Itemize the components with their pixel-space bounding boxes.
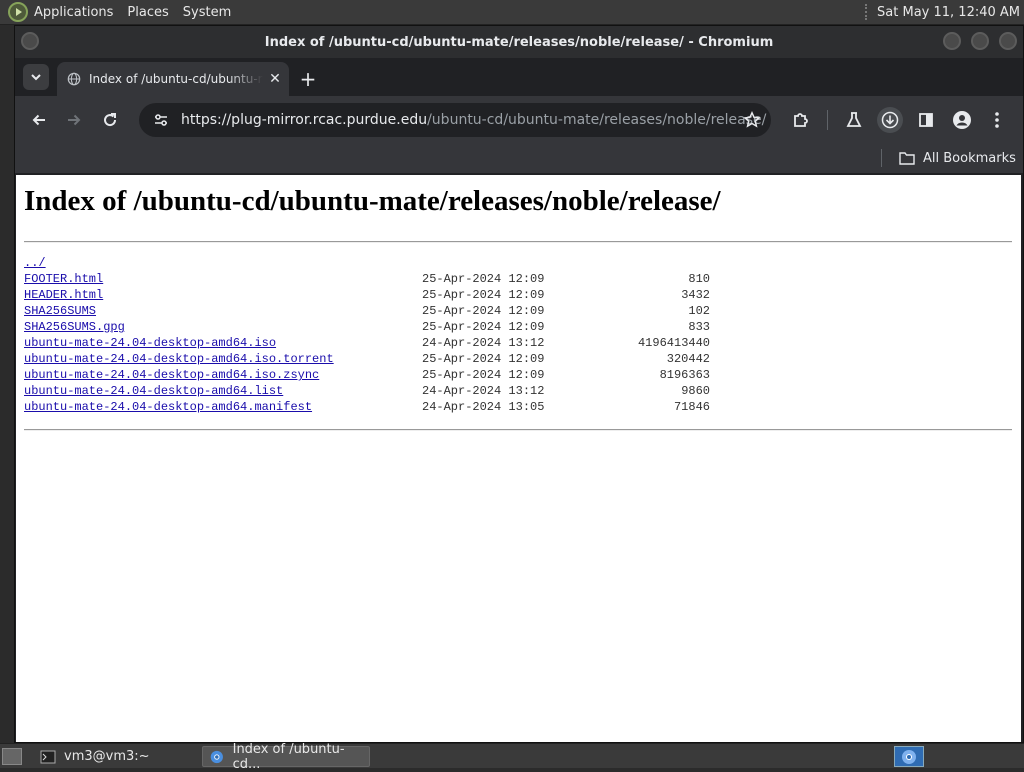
file-date: 25-Apr-2024 12:09 [422,320,545,334]
file-size: 102 [688,304,710,318]
labs-button[interactable] [842,108,866,132]
address-bar[interactable]: https://plug-mirror.rcac.purdue.edu/ubun… [139,103,771,137]
minimize-button[interactable] [943,32,961,50]
file-link[interactable]: ubuntu-mate-24.04-desktop-amd64.manifest [24,399,312,415]
file-link[interactable]: ubuntu-mate-24.04-desktop-amd64.list [24,383,283,399]
profile-icon [953,111,971,129]
download-icon [881,111,899,129]
back-button[interactable] [27,108,51,132]
file-size: 3432 [681,288,710,302]
top-panel: Applications Places System Sat May 11, 1… [0,0,1024,25]
flask-icon [846,112,862,127]
panel-separator [865,4,869,20]
site-info-icon[interactable] [153,112,169,128]
file-link[interactable]: HEADER.html [24,287,103,303]
chromium-icon [210,750,223,763]
file-link[interactable]: SHA256SUMS.gpg [24,319,125,335]
taskbar-label: vm3@vm3:~ [64,749,150,764]
browser-window: Index of /ubuntu-cd/ubuntu-mate/releases… [14,25,1024,743]
terminal-icon [40,750,56,763]
parent-directory-link[interactable]: ../ [24,255,46,271]
url-host: https://plug-mirror.rcac.purdue.edu [181,112,428,128]
arrow-right-icon [68,114,81,126]
chromium-tray-icon [902,749,916,764]
side-panel-icon [919,113,933,127]
bookmarks-separator [881,149,882,167]
file-link[interactable]: ubuntu-mate-24.04-desktop-amd64.iso [24,335,276,351]
url-path: /ubuntu-cd/ubuntu-mate/releases/noble/re… [427,112,767,128]
file-link[interactable]: SHA256SUMS [24,303,96,319]
file-date: 24-Apr-2024 13:12 [422,384,545,398]
file-size: 8196363 [659,368,710,382]
taskbar-item-chromium[interactable]: Index of /ubuntu-cd... [202,742,370,772]
divider-bottom [24,429,1012,431]
workspace-switcher[interactable] [894,746,924,767]
extensions-button[interactable] [789,108,813,132]
taskbar-item-terminal[interactable]: vm3@vm3:~ [34,746,198,767]
window-menu-icon[interactable] [21,32,39,50]
reload-button[interactable] [98,108,122,132]
kebab-menu-icon [995,112,999,128]
file-date: 25-Apr-2024 12:09 [422,368,545,382]
all-bookmarks-label: All Bookmarks [923,150,1016,166]
downloads-button[interactable] [877,107,903,133]
file-date: 25-Apr-2024 12:09 [422,304,545,318]
taskbar-label: Index of /ubuntu-cd... [232,741,345,772]
file-size: 71846 [673,400,710,414]
file-link[interactable]: ubuntu-mate-24.04-desktop-amd64.iso.torr… [24,351,334,367]
tab-active[interactable]: Index of /ubuntu-cd/ubuntu-mate/releases… [57,62,289,96]
all-bookmarks-button[interactable]: All Bookmarks [899,147,1016,169]
show-desktop-button[interactable] [2,748,22,765]
new-tab-button[interactable]: + [297,67,319,91]
profile-button[interactable] [950,108,974,132]
tab-strip: Index of /ubuntu-cd/ubuntu-mate/releases… [15,58,1023,96]
file-date: 25-Apr-2024 12:09 [422,352,545,366]
file-link[interactable]: FOOTER.html [24,271,103,287]
file-date: 24-Apr-2024 13:12 [422,336,545,350]
folder-icon [899,152,915,165]
chevron-down-icon [31,74,41,81]
star-icon[interactable] [743,111,761,129]
page-viewport: Index of /ubuntu-cd/ubuntu-mate/releases… [16,175,1021,742]
puzzle-icon [794,113,808,127]
toolbar: https://plug-mirror.rcac.purdue.edu/ubun… [15,96,1023,144]
file-size: 810 [688,272,710,286]
bookmarks-bar: All Bookmarks [15,144,1023,174]
file-date: 25-Apr-2024 12:09 [422,272,545,286]
globe-icon [67,72,81,86]
reload-icon [104,113,117,127]
toolbar-divider [827,110,828,130]
file-link[interactable]: ubuntu-mate-24.04-desktop-amd64.iso.zsyn… [24,367,319,383]
divider-top [24,241,1012,243]
file-size: 9860 [681,384,710,398]
file-size: 833 [688,320,710,334]
tab-search-button[interactable] [23,64,49,90]
arrow-left-icon [32,114,45,126]
menu-places[interactable]: Places [127,5,168,20]
file-size: 320442 [666,352,710,366]
file-date: 25-Apr-2024 12:09 [422,288,545,302]
file-size: 4196413440 [637,336,710,350]
file-date: 24-Apr-2024 13:05 [422,400,545,414]
maximize-button[interactable] [971,32,989,50]
window-titlebar[interactable]: Index of /ubuntu-cd/ubuntu-mate/releases… [15,26,1023,58]
forward-button[interactable] [62,108,86,132]
page-title: Index of /ubuntu-cd/ubuntu-mate/releases… [24,185,721,217]
close-window-button[interactable] [999,32,1017,50]
menu-system[interactable]: System [183,5,231,20]
close-tab-icon[interactable]: ✕ [267,71,283,87]
bottom-panel: vm3@vm3:~ Index of /ubuntu-cd... [0,742,1024,772]
menu-button[interactable] [985,108,1009,132]
side-panel-button[interactable] [914,108,938,132]
window-title: Index of /ubuntu-cd/ubuntu-mate/releases… [264,34,774,50]
menu-applications[interactable]: Applications [34,5,113,20]
mate-logo-icon[interactable] [8,2,28,22]
tab-title: Index of /ubuntu-cd/ubuntu-mate/releases… [89,72,263,86]
clock[interactable]: Sat May 11, 12:40 AM [877,5,1020,20]
